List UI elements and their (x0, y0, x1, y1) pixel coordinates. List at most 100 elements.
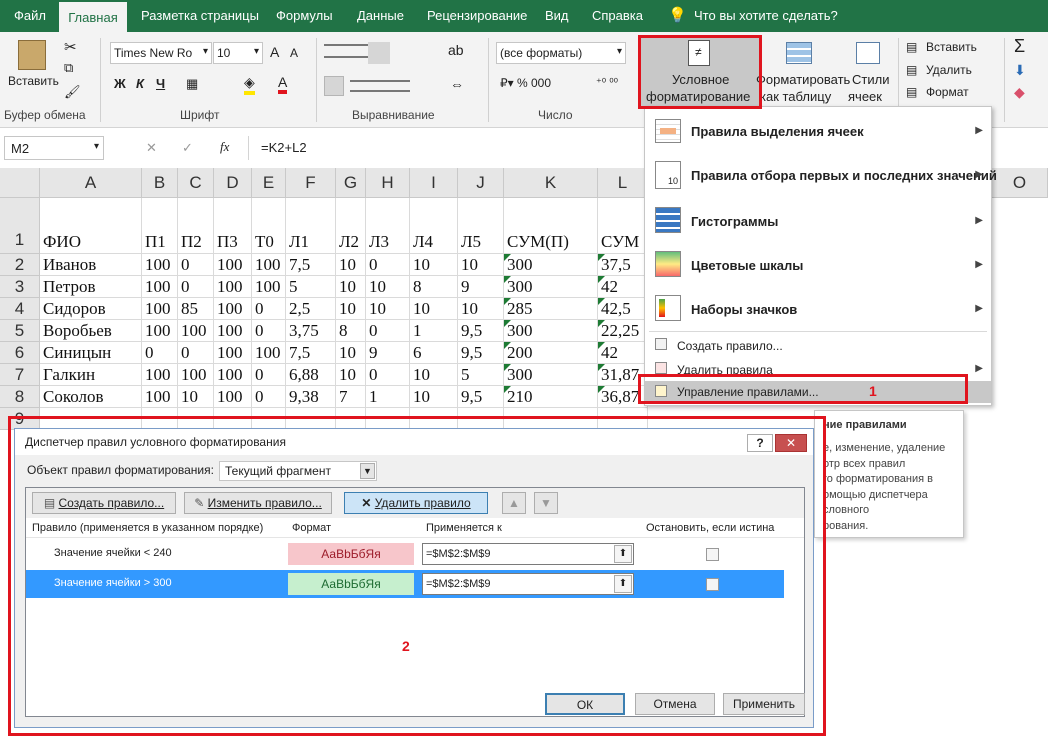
cell[interactable]: Иванов (40, 254, 142, 276)
cell[interactable]: 100 (214, 386, 252, 408)
italic-button[interactable]: К (136, 76, 144, 91)
wrap-text-icon[interactable]: ab (448, 42, 464, 58)
cell[interactable]: 42 (598, 342, 648, 364)
format-painter-icon[interactable]: 🖌 (64, 84, 81, 100)
row-header[interactable]: 1 (0, 198, 40, 254)
cell[interactable]: 100 (178, 364, 214, 386)
cell[interactable]: ФИО (40, 198, 142, 254)
column-header[interactable]: F (286, 168, 336, 198)
tab-file[interactable]: Файл (14, 0, 46, 32)
cancel-icon[interactable]: ✕ (146, 140, 157, 156)
cell[interactable]: 100 (178, 320, 214, 342)
cell[interactable]: 6,88 (286, 364, 336, 386)
enter-icon[interactable]: ✓ (182, 140, 193, 156)
cell[interactable]: 7,5 (286, 254, 336, 276)
cell[interactable]: 210 (504, 386, 598, 408)
row-header[interactable]: 7 (0, 364, 40, 386)
tab-help[interactable]: Справка (592, 0, 643, 32)
row-header[interactable]: 8 (0, 386, 40, 408)
paste-button[interactable]: Вставить (8, 74, 59, 88)
cell[interactable]: 6 (410, 342, 458, 364)
cell[interactable]: 100 (214, 298, 252, 320)
cell[interactable]: 7,5 (286, 342, 336, 364)
cell[interactable]: СУМ (598, 198, 648, 254)
delete-icon[interactable]: ▤ (906, 63, 917, 77)
cell[interactable]: 100 (142, 386, 178, 408)
insert-function-icon[interactable]: fx (220, 139, 229, 155)
cell[interactable]: Т0 (252, 198, 286, 254)
select-all-corner[interactable] (0, 168, 40, 198)
cell[interactable]: 0 (178, 276, 214, 298)
menu-item-color-scales[interactable]: Цветовые шкалы ▶ (645, 245, 991, 285)
column-header[interactable]: O (992, 168, 1048, 198)
cell[interactable]: Синицын (40, 342, 142, 364)
font-color-icon[interactable]: A (278, 74, 288, 94)
cell[interactable]: 100 (252, 342, 286, 364)
cell[interactable]: Л2 (336, 198, 366, 254)
cell[interactable]: 5 (286, 276, 336, 298)
cell[interactable]: 85 (178, 298, 214, 320)
font-name-select[interactable]: Times New Ro ▾ (110, 42, 212, 64)
tell-me-search[interactable]: Что вы хотите сделать? (694, 0, 838, 32)
cell[interactable]: Л4 (410, 198, 458, 254)
align-center-icons[interactable] (350, 80, 410, 92)
cell[interactable]: 42,5 (598, 298, 648, 320)
column-header[interactable]: C (178, 168, 214, 198)
cell[interactable]: 100 (142, 298, 178, 320)
cell[interactable]: 0 (252, 298, 286, 320)
tab-formulas[interactable]: Формулы (276, 0, 333, 32)
cell[interactable]: 9,38 (286, 386, 336, 408)
cell[interactable]: 0 (178, 342, 214, 364)
cell[interactable]: 10 (336, 342, 366, 364)
cell[interactable]: 100 (214, 320, 252, 342)
cell[interactable]: 100 (252, 254, 286, 276)
cell[interactable]: 0 (178, 254, 214, 276)
cell[interactable]: 10 (458, 254, 504, 276)
cell[interactable]: 10 (336, 364, 366, 386)
cell[interactable]: 300 (504, 254, 598, 276)
cell[interactable]: 9,5 (458, 386, 504, 408)
column-header[interactable]: D (214, 168, 252, 198)
fill-color-icon[interactable]: ◈ (244, 74, 255, 95)
cell[interactable]: 100 (142, 254, 178, 276)
cell[interactable]: Л5 (458, 198, 504, 254)
cell[interactable]: 10 (410, 386, 458, 408)
cell[interactable]: 1 (410, 320, 458, 342)
cell[interactable]: Л1 (286, 198, 336, 254)
cell[interactable]: 9 (458, 276, 504, 298)
insert-icon[interactable]: ▤ (906, 40, 917, 54)
cell[interactable]: 300 (504, 364, 598, 386)
cell[interactable]: 300 (504, 320, 598, 342)
cell[interactable]: 0 (252, 364, 286, 386)
cell[interactable]: 100 (214, 254, 252, 276)
column-header[interactable]: G (336, 168, 366, 198)
cell[interactable]: 300 (504, 276, 598, 298)
column-header[interactable]: B (142, 168, 178, 198)
cell[interactable]: 10 (410, 298, 458, 320)
cell[interactable]: 100 (142, 276, 178, 298)
cell[interactable]: 10 (366, 298, 410, 320)
cell[interactable]: 1 (366, 386, 410, 408)
cut-icon[interactable]: ✂ (64, 38, 77, 56)
tab-review[interactable]: Рецензирование (427, 0, 527, 32)
insert-button[interactable]: Вставить (926, 40, 977, 54)
cell[interactable]: 0 (366, 254, 410, 276)
menu-item-new-rule[interactable]: Создать правило... (645, 335, 991, 357)
row-header[interactable]: 2 (0, 254, 40, 276)
cell[interactable]: 100 (214, 342, 252, 364)
cell[interactable]: 10 (336, 298, 366, 320)
decimal-icon[interactable]: ⁺⁰ ⁰⁰ (596, 76, 618, 89)
cell-styles-label-1[interactable]: Стили (852, 72, 889, 87)
grow-font-icon[interactable]: A (270, 44, 279, 60)
cell[interactable]: 9 (366, 342, 410, 364)
cell[interactable]: 10 (458, 298, 504, 320)
align-left-icon[interactable] (324, 76, 344, 96)
cell[interactable]: 10 (410, 254, 458, 276)
cell[interactable]: Петров (40, 276, 142, 298)
currency-icon[interactable]: ₽▾ % 000 (500, 76, 551, 90)
menu-item-icon-sets[interactable]: Наборы значков ▶ (645, 289, 991, 329)
column-header[interactable]: I (410, 168, 458, 198)
column-header[interactable]: K (504, 168, 598, 198)
cell[interactable]: 5 (458, 364, 504, 386)
cell[interactable]: 0 (252, 320, 286, 342)
